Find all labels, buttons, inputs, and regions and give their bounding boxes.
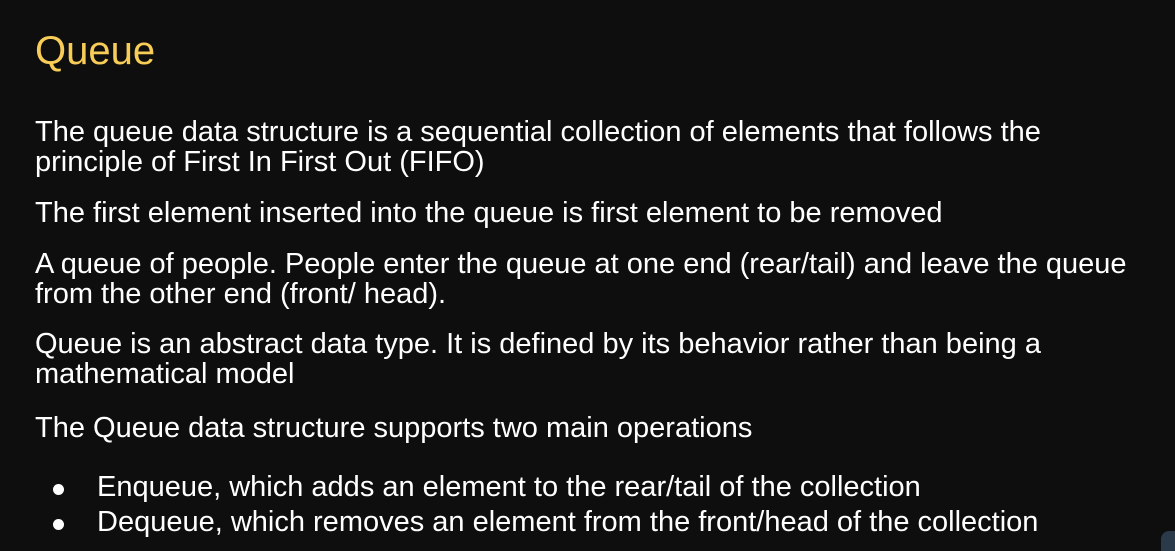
- slide-title: Queue: [35, 29, 156, 73]
- paragraph-first-removed: The first element inserted into the queu…: [35, 197, 943, 229]
- paragraph-operations-intro: The Queue data structure supports two ma…: [35, 412, 753, 444]
- slide: Queue The queue data structure is a sequ…: [0, 0, 1175, 551]
- corner-tab-icon: [1161, 531, 1175, 551]
- list-item-label: Enqueue, which adds an element to the re…: [97, 471, 921, 503]
- operations-list: Enqueue, which adds an element to the re…: [35, 470, 1155, 540]
- bullet-dot-icon: [53, 484, 64, 495]
- paragraph-definition: The queue data structure is a sequential…: [35, 116, 1041, 178]
- paragraph-people-example: A queue of people. People enter the queu…: [35, 248, 1127, 310]
- bullet-dot-icon: [53, 519, 64, 530]
- list-item: Enqueue, which adds an element to the re…: [35, 470, 1155, 505]
- list-item: Dequeue, which removes an element from t…: [35, 505, 1155, 540]
- list-item-label: Dequeue, which removes an element from t…: [97, 506, 1039, 538]
- paragraph-abstract-type: Queue is an abstract data type. It is de…: [35, 328, 1041, 390]
